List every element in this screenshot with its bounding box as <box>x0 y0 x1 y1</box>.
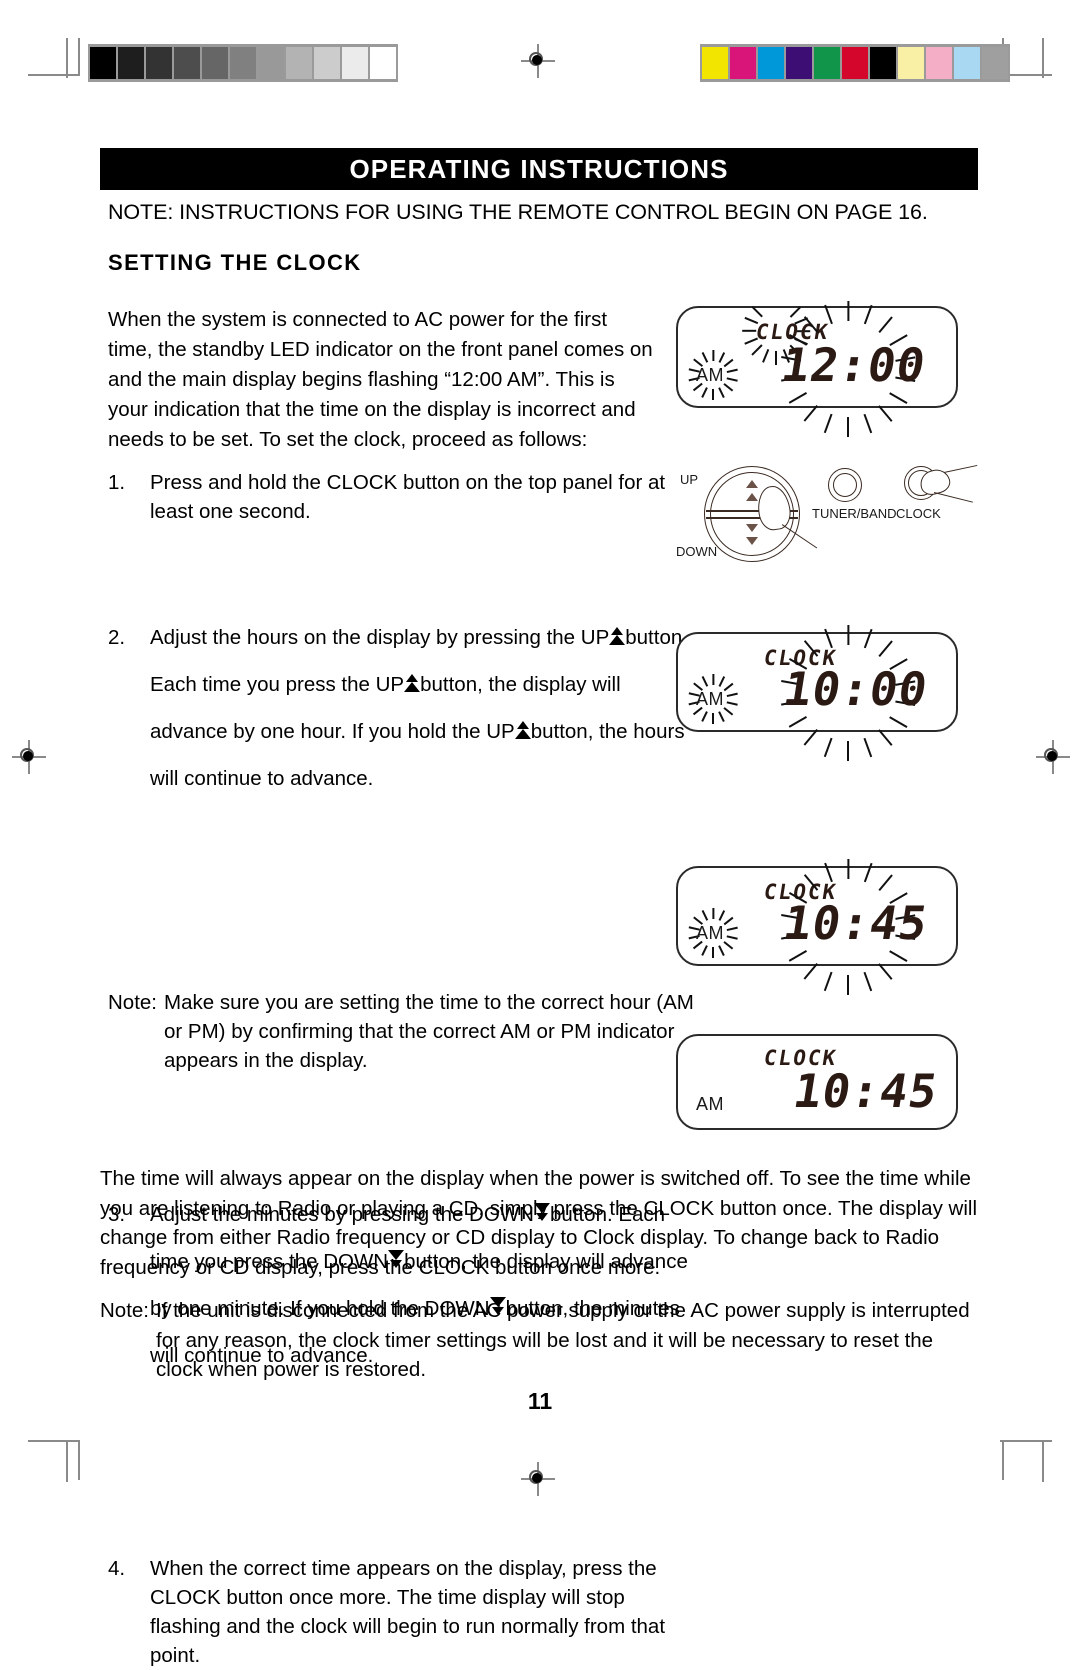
step-4: 4. When the correct time appears on the … <box>108 1554 695 1670</box>
crop-tick-bottom-left <box>66 1440 70 1482</box>
callout-line-clock-bottom <box>933 492 973 504</box>
crop-tick-top-right <box>1042 38 1046 78</box>
lcd-4-time: 10:45 <box>789 1064 942 1118</box>
page-title-banner: OPERATING INSTRUCTIONS <box>100 148 978 190</box>
calibration-swatch-10 <box>370 47 396 79</box>
calibration-swatch-2 <box>146 47 172 79</box>
calibration-swatch-3 <box>174 47 200 79</box>
calibration-swatch-10 <box>982 47 1008 79</box>
remote-control-note: NOTE: INSTRUCTIONS FOR USING THE REMOTE … <box>108 200 928 224</box>
up-arrow-icon <box>609 626 626 646</box>
calibration-swatch-9 <box>342 47 368 79</box>
lcd-2-am-label: AM <box>696 689 724 709</box>
crop-tick-top-left <box>66 38 70 78</box>
crop-tick-bottom-right <box>1042 1440 1046 1482</box>
lcd-display-1: CLOCK AM 12:00 <box>676 301 958 437</box>
closing-paragraph: The time will always appear on the displ… <box>100 1167 977 1279</box>
note-am-pm: Note: Make sure you are setting the time… <box>108 988 709 1075</box>
lcd-display-3: CLOCK AM 10:45 <box>676 859 958 995</box>
calibration-swatch-2 <box>758 47 784 79</box>
document-page: OPERATING INSTRUCTIONS NOTE: INSTRUCTION… <box>0 0 1080 1667</box>
registration-mark-right <box>1036 740 1070 774</box>
registration-mark-top <box>521 44 555 78</box>
crop-mark-bottom-left <box>28 1440 80 1492</box>
closing-note-label: Note: <box>100 1299 149 1322</box>
lcd-4-am-label: AM <box>696 1094 724 1114</box>
page-title: OPERATING INSTRUCTIONS <box>349 153 729 184</box>
rocker-up-triangle-small <box>746 480 758 488</box>
closing-note: Note: If the unit is disconnected from t… <box>100 1296 984 1385</box>
step-1-number: 1. <box>108 471 126 494</box>
calibration-swatch-8 <box>926 47 952 79</box>
calibration-swatch-7 <box>286 47 312 79</box>
step-2: 2. Adjust the hours on the display by pre… <box>108 614 695 802</box>
lcd-2-time: 10:00 <box>779 662 932 716</box>
up-button-caption: UP <box>680 472 699 487</box>
crop-mark-top-left <box>28 38 80 90</box>
rocker-down-triangle-small <box>746 537 758 545</box>
calibration-swatch-5 <box>842 47 868 79</box>
calibration-swatch-1 <box>730 47 756 79</box>
tuner-band-button-inner <box>833 473 857 497</box>
color-calibration-strip <box>700 44 1010 82</box>
step-1-text: Press and hold the CLOCK button on the t… <box>150 471 666 523</box>
rocker-down-triangle-large <box>746 524 758 532</box>
calibration-swatch-3 <box>786 47 812 79</box>
up-arrow-icon <box>404 673 421 693</box>
calibration-swatch-4 <box>202 47 228 79</box>
lcd-3-time: 10:45 <box>779 896 932 950</box>
step-4-text: When the correct time appears on the dis… <box>150 1557 666 1667</box>
up-arrow-icon <box>514 720 531 740</box>
step-2-text-a: Adjust the hours on the display by press… <box>150 626 610 649</box>
calibration-swatch-9 <box>954 47 980 79</box>
page-number: 11 <box>527 1388 553 1414</box>
lcd-display-4: CLOCK AM 10:45 <box>676 1034 958 1130</box>
tuner-band-caption: TUNER/BAND <box>812 506 897 521</box>
calibration-swatch-7 <box>898 47 924 79</box>
registration-mark-bottom <box>521 1462 555 1496</box>
clock-button-caption: CLOCK <box>896 506 941 521</box>
calibration-swatch-6 <box>870 47 896 79</box>
calibration-swatch-0 <box>90 47 116 79</box>
registration-mark-left <box>12 740 46 774</box>
step-4-number: 4. <box>108 1557 126 1580</box>
lcd-display-2: CLOCK AM 10:00 <box>676 625 958 761</box>
calibration-swatch-1 <box>118 47 144 79</box>
step-1: 1. Press and hold the CLOCK button on th… <box>108 468 695 526</box>
calibration-swatch-4 <box>814 47 840 79</box>
rocker-up-triangle-large <box>746 493 758 501</box>
calibration-swatch-8 <box>314 47 340 79</box>
callout-line-clock-top <box>943 464 978 474</box>
control-panel-diagram: UP DOWN TUNER/BAND CLOCK <box>676 462 978 568</box>
intro-paragraph: When the system is connected to AC power… <box>108 308 653 451</box>
note-am-pm-label: Note: <box>108 991 157 1014</box>
down-button-caption: DOWN <box>676 544 718 559</box>
lcd-1-am-label: AM <box>696 365 724 385</box>
calibration-swatch-0 <box>702 47 728 79</box>
calibration-swatch-5 <box>230 47 256 79</box>
grayscale-calibration-strip <box>88 44 398 82</box>
section-heading: SETTING THE CLOCK <box>108 250 362 275</box>
lcd-3-am-label: AM <box>696 923 724 943</box>
calibration-swatch-6 <box>258 47 284 79</box>
step-2-number: 2. <box>108 626 126 649</box>
note-am-pm-text: Make sure you are setting the time to th… <box>164 991 694 1072</box>
closing-note-text: If the unit is disconnected from the AC … <box>156 1299 970 1381</box>
lcd-1-time: 12:00 <box>777 338 930 392</box>
